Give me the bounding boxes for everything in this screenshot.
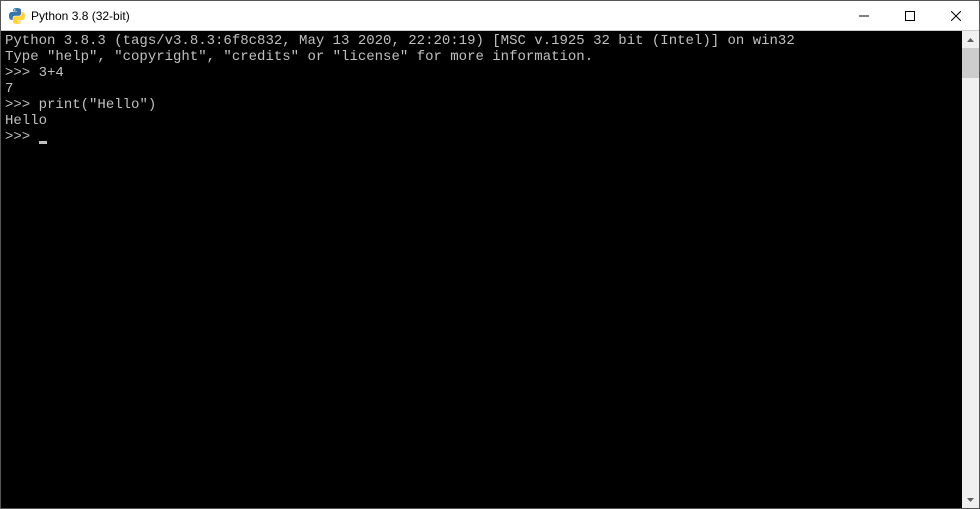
console-output[interactable]: Python 3.8.3 (tags/v3.8.3:6f8c832, May 1… (1, 31, 962, 508)
close-button[interactable] (933, 1, 979, 30)
cursor (39, 141, 47, 144)
vertical-scrollbar[interactable] (962, 31, 979, 508)
maximize-button[interactable] (887, 1, 933, 30)
banner-line: Python 3.8.3 (tags/v3.8.3:6f8c832, May 1… (5, 33, 958, 49)
console-area: Python 3.8.3 (tags/v3.8.3:6f8c832, May 1… (1, 31, 979, 508)
window-title: Python 3.8 (32-bit) (31, 9, 841, 23)
window-controls (841, 1, 979, 30)
prompt-line: >>> print("Hello") (5, 97, 958, 113)
banner-line: Type "help", "copyright", "credits" or "… (5, 49, 958, 65)
prompt: >>> (5, 129, 30, 145)
scroll-thumb[interactable] (962, 48, 979, 78)
prompt-line: >>> (5, 129, 958, 145)
input-text: print("Hello") (39, 97, 157, 113)
minimize-button[interactable] (841, 1, 887, 30)
output-line: Hello (5, 113, 958, 129)
scroll-up-arrow[interactable] (962, 31, 979, 48)
python-icon (9, 8, 25, 24)
output-line: 7 (5, 81, 958, 97)
title-bar[interactable]: Python 3.8 (32-bit) (1, 1, 979, 31)
scroll-down-arrow[interactable] (962, 491, 979, 508)
python-console-window: Python 3.8 (32-bit) Python 3.8.3 (tags/v… (0, 0, 980, 509)
prompt-line: >>> 3+4 (5, 65, 958, 81)
scroll-track[interactable] (962, 48, 979, 491)
prompt: >>> (5, 97, 30, 113)
input-text: 3+4 (39, 65, 64, 81)
prompt: >>> (5, 65, 30, 81)
